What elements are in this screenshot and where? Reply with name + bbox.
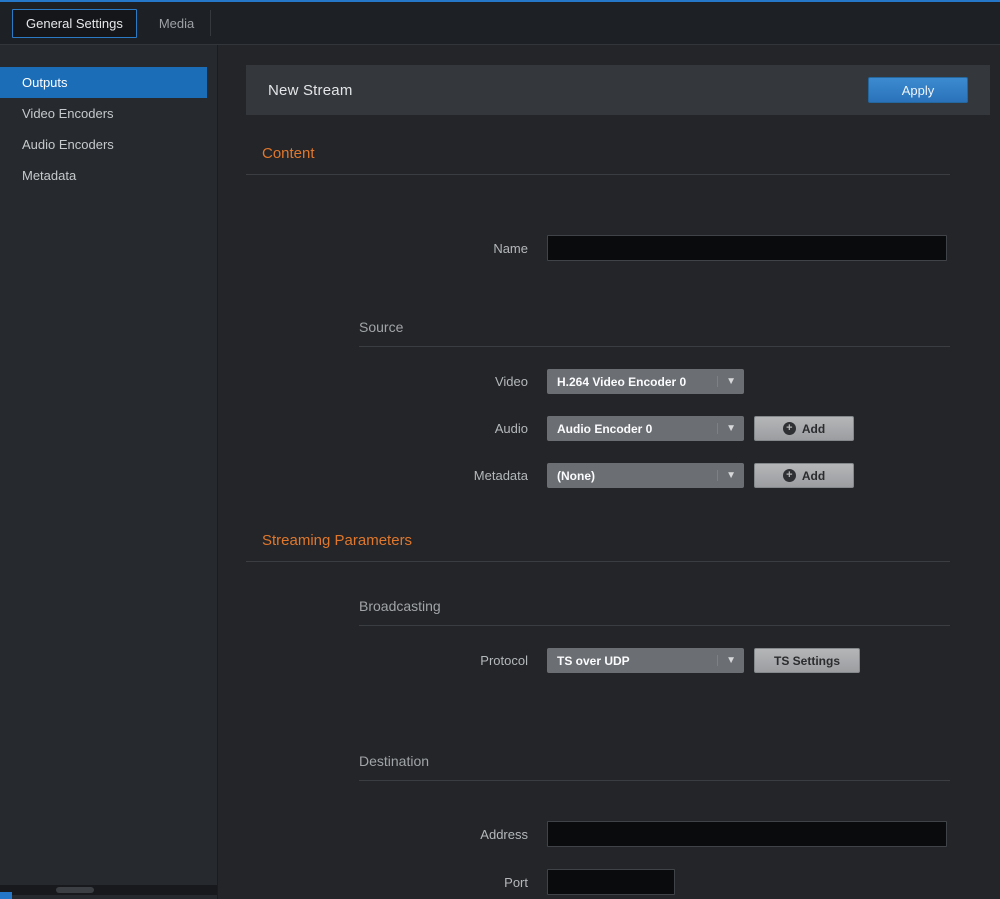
metadata-source-dropdown[interactable]: (None) ▼ (547, 463, 744, 488)
sidebar-item-audio-encoders[interactable]: Audio Encoders (0, 129, 207, 160)
tab-general-settings[interactable]: General Settings (12, 9, 137, 38)
chevron-down-icon: ▼ (717, 376, 736, 387)
chevron-down-icon: ▼ (717, 655, 736, 666)
metadata-label: Metadata (246, 468, 528, 483)
plus-icon: + (783, 469, 796, 482)
top-navigation-bar: General Settings Media (0, 0, 1000, 45)
address-label: Address (246, 827, 528, 842)
chevron-down-icon: ▼ (717, 423, 736, 434)
name-input[interactable] (547, 235, 947, 261)
apply-button[interactable]: Apply (868, 77, 968, 103)
plus-icon: + (783, 422, 796, 435)
subsection-source-title: Source (359, 319, 950, 347)
metadata-row: Metadata (None) ▼ + Add (246, 463, 990, 488)
tab-separator (210, 10, 211, 36)
video-source-dropdown[interactable]: H.264 Video Encoder 0 ▼ (547, 369, 744, 394)
metadata-source-selected-value: (None) (557, 469, 595, 483)
video-row: Video H.264 Video Encoder 0 ▼ (246, 369, 990, 394)
port-label: Port (246, 875, 528, 890)
name-row: Name (246, 235, 990, 261)
horizontal-scrollbar-thumb[interactable] (56, 887, 94, 893)
name-label: Name (246, 241, 528, 256)
horizontal-scrollbar-track[interactable] (0, 885, 217, 895)
stream-panel-header: New Stream Apply (246, 65, 990, 115)
port-row: Port (246, 869, 990, 895)
chevron-down-icon: ▼ (717, 470, 736, 481)
section-streaming-title: Streaming Parameters (246, 488, 950, 562)
tab-media[interactable]: Media (143, 9, 210, 38)
audio-label: Audio (246, 421, 528, 436)
add-audio-button[interactable]: + Add (754, 416, 854, 441)
audio-row: Audio Audio Encoder 0 ▼ + Add (246, 416, 990, 441)
audio-source-dropdown[interactable]: Audio Encoder 0 ▼ (547, 416, 744, 441)
sidebar-item-video-encoders[interactable]: Video Encoders (0, 98, 207, 129)
main-content: New Stream Apply Content Name Source Vid… (218, 45, 1000, 899)
add-metadata-button[interactable]: + Add (754, 463, 854, 488)
video-source-selected-value: H.264 Video Encoder 0 (557, 375, 686, 389)
protocol-row: Protocol TS over UDP ▼ TS Settings (246, 648, 990, 673)
add-audio-label: Add (802, 422, 825, 436)
protocol-label: Protocol (246, 653, 528, 668)
protocol-selected-value: TS over UDP (557, 654, 630, 668)
address-input[interactable] (547, 821, 947, 847)
ts-settings-label: TS Settings (774, 654, 840, 668)
scrollbar-corner-accent (0, 892, 12, 899)
page-title: New Stream (268, 82, 353, 99)
audio-source-selected-value: Audio Encoder 0 (557, 422, 652, 436)
settings-sidebar: Outputs Video Encoders Audio Encoders Me… (0, 45, 218, 899)
section-content-title: Content (246, 115, 950, 175)
tab-general-settings-label: General Settings (26, 16, 123, 31)
add-metadata-label: Add (802, 469, 825, 483)
tab-media-label: Media (159, 16, 194, 31)
protocol-dropdown[interactable]: TS over UDP ▼ (547, 648, 744, 673)
sidebar-item-outputs[interactable]: Outputs (0, 67, 207, 98)
video-label: Video (246, 374, 528, 389)
subsection-broadcasting-title: Broadcasting (359, 598, 950, 626)
sidebar-item-metadata[interactable]: Metadata (0, 160, 207, 191)
address-row: Address (246, 821, 990, 847)
subsection-destination-title: Destination (359, 753, 950, 781)
ts-settings-button[interactable]: TS Settings (754, 648, 860, 673)
port-input[interactable] (547, 869, 675, 895)
